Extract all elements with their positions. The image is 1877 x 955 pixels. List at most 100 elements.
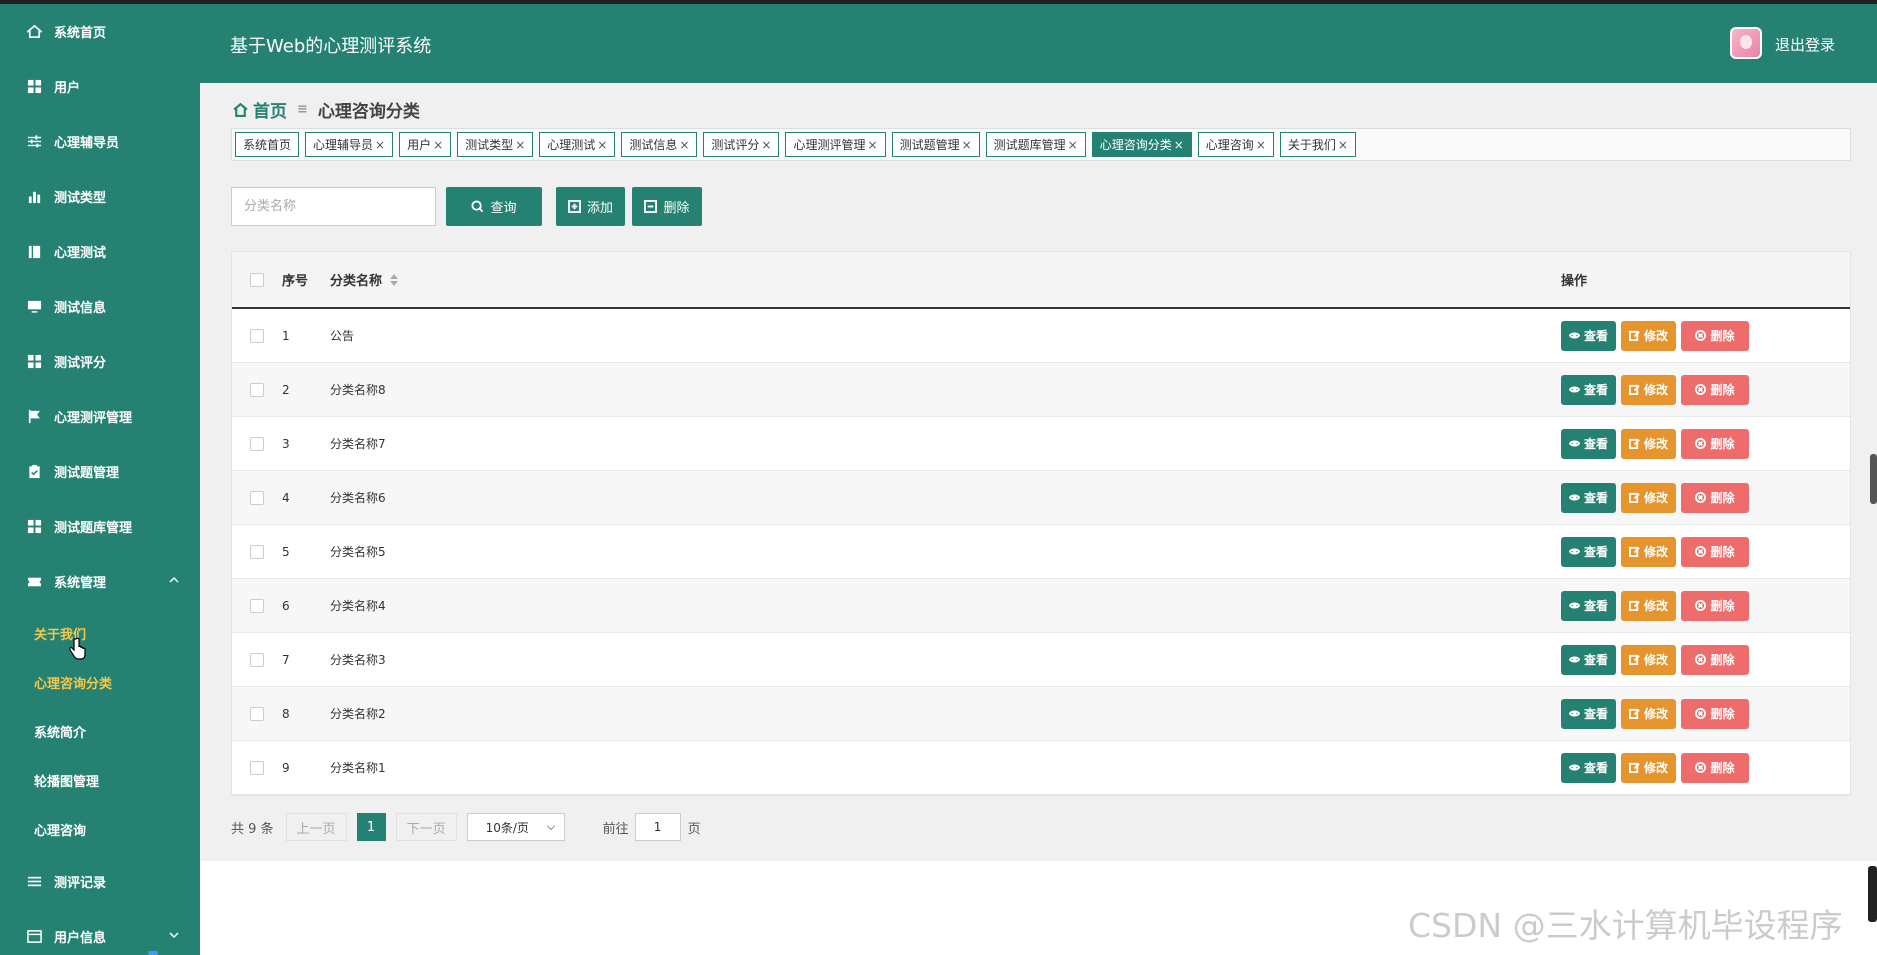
close-icon[interactable]: × bbox=[1338, 138, 1348, 152]
next-page-button[interactable]: 下一页 bbox=[395, 813, 457, 841]
sort-icon[interactable] bbox=[390, 273, 399, 286]
tab-tag-1[interactable]: 心理辅导员 × bbox=[305, 132, 394, 157]
tab-tag-5[interactable]: 测试信息 × bbox=[621, 132, 698, 157]
delete-button[interactable]: 删除 bbox=[1681, 536, 1749, 567]
delete-button[interactable]: 删除 bbox=[1681, 374, 1749, 405]
tab-tag-7[interactable]: 心理测评管理 × bbox=[785, 132, 886, 157]
sidebar-subitem-1[interactable]: 心理咨询分类 bbox=[0, 658, 200, 707]
delete-button[interactable]: 删除 bbox=[1681, 428, 1749, 459]
select-all-checkbox[interactable] bbox=[250, 272, 264, 287]
close-icon[interactable]: × bbox=[868, 138, 878, 152]
view-button[interactable]: 查看 bbox=[1561, 590, 1616, 621]
edit-button[interactable]: 修改 bbox=[1621, 752, 1676, 783]
category-name-input[interactable] bbox=[231, 187, 436, 226]
sidebar-item-5[interactable]: 测试信息 bbox=[0, 279, 200, 334]
delete-button[interactable]: 删除 bbox=[1681, 644, 1749, 675]
add-button[interactable]: 添加 bbox=[556, 187, 625, 226]
row-checkbox[interactable] bbox=[250, 652, 264, 667]
row-checkbox[interactable] bbox=[250, 544, 264, 559]
goto-page-input[interactable]: 1 bbox=[634, 813, 681, 841]
sidebar-subitem-3[interactable]: 轮播图管理 bbox=[0, 756, 200, 805]
sidebar-group-system[interactable]: 系统管理 bbox=[0, 554, 200, 609]
sidebar-item-6[interactable]: 测试评分 bbox=[0, 334, 200, 389]
sidebar-item-8[interactable]: 测试题管理 bbox=[0, 444, 200, 499]
row-checkbox[interactable] bbox=[250, 382, 264, 397]
search-button[interactable]: 查询 bbox=[446, 187, 542, 226]
row-checkbox[interactable] bbox=[250, 706, 264, 721]
tab-tag-9[interactable]: 测试题库管理 × bbox=[985, 132, 1086, 157]
close-icon[interactable]: × bbox=[679, 138, 689, 152]
delete-button[interactable]: 删除 bbox=[1681, 482, 1749, 513]
edit-button[interactable]: 修改 bbox=[1621, 320, 1676, 351]
row-checkbox[interactable] bbox=[250, 328, 264, 343]
close-icon[interactable]: × bbox=[433, 138, 443, 152]
view-button[interactable]: 查看 bbox=[1561, 752, 1616, 783]
tab-tag-11[interactable]: 心理咨询 × bbox=[1197, 132, 1274, 157]
close-icon[interactable]: × bbox=[1256, 138, 1266, 152]
prev-page-button[interactable]: 上一页 bbox=[285, 813, 347, 841]
close-icon[interactable]: × bbox=[375, 138, 385, 152]
chevron-up-icon[interactable] bbox=[168, 574, 180, 586]
view-button[interactable]: 查看 bbox=[1561, 320, 1616, 351]
sidebar-item-1[interactable]: 用户 bbox=[0, 59, 200, 114]
tab-tag-0[interactable]: 系统首页 bbox=[235, 132, 300, 157]
sidebar-item-0[interactable]: 系统首页 bbox=[0, 4, 200, 59]
tab-tag-4[interactable]: 心理测试 × bbox=[539, 132, 616, 157]
close-icon[interactable]: × bbox=[962, 138, 972, 152]
close-icon[interactable]: × bbox=[1068, 138, 1078, 152]
sidebar-item-7[interactable]: 心理测评管理 bbox=[0, 389, 200, 444]
view-button[interactable]: 查看 bbox=[1561, 644, 1616, 675]
sidebar-bottom-item-0[interactable]: 测评记录 bbox=[0, 854, 200, 909]
sidebar-item-label: 心理辅导员 bbox=[54, 136, 120, 151]
delete-button[interactable]: 删除 bbox=[1681, 752, 1749, 783]
sidebar-group-label: 系统管理 bbox=[54, 576, 107, 591]
edit-button[interactable]: 修改 bbox=[1621, 482, 1676, 513]
scrollbar-thumb[interactable] bbox=[1870, 454, 1877, 504]
view-button[interactable]: 查看 bbox=[1561, 698, 1616, 729]
tab-tag-3[interactable]: 测试类型 × bbox=[457, 132, 534, 157]
sidebar-item-9[interactable]: 测试题库管理 bbox=[0, 499, 200, 554]
chevron-down-icon[interactable] bbox=[168, 929, 180, 945]
delete-button[interactable]: 删除 bbox=[1681, 320, 1749, 351]
close-icon[interactable]: × bbox=[597, 138, 607, 152]
delete-button[interactable]: 删除 bbox=[1681, 590, 1749, 621]
row-checkbox[interactable] bbox=[250, 436, 264, 451]
row-checkbox[interactable] bbox=[250, 490, 264, 505]
page-size-select[interactable]: 10条/页 bbox=[466, 813, 565, 841]
sidebar-subitem-0[interactable]: 关于我们 bbox=[0, 609, 200, 658]
view-button[interactable]: 查看 bbox=[1561, 482, 1616, 513]
list-icon bbox=[26, 874, 42, 890]
sidebar-subitem-2[interactable]: 系统简介 bbox=[0, 707, 200, 756]
view-button[interactable]: 查看 bbox=[1561, 374, 1616, 405]
row-checkbox[interactable] bbox=[250, 598, 264, 613]
tab-tag-6[interactable]: 测试评分 × bbox=[703, 132, 780, 157]
close-icon[interactable]: × bbox=[761, 138, 771, 152]
avatar[interactable] bbox=[1730, 27, 1762, 59]
edit-button[interactable]: 修改 bbox=[1621, 644, 1676, 675]
tab-tag-2[interactable]: 用户 × bbox=[399, 132, 452, 157]
sidebar-subitem-4[interactable]: 心理咨询 bbox=[0, 805, 200, 854]
breadcrumb-home[interactable]: 首页 bbox=[232, 97, 287, 122]
batch-delete-button[interactable]: 删除 bbox=[632, 187, 702, 226]
edit-button[interactable]: 修改 bbox=[1621, 536, 1676, 567]
delete-button[interactable]: 删除 bbox=[1681, 698, 1749, 729]
edit-button[interactable]: 修改 bbox=[1621, 590, 1676, 621]
view-button[interactable]: 查看 bbox=[1561, 536, 1616, 567]
edit-button[interactable]: 修改 bbox=[1621, 698, 1676, 729]
view-button[interactable]: 查看 bbox=[1561, 428, 1616, 459]
logout-button[interactable]: 退出登录 bbox=[1775, 34, 1835, 55]
tab-tag-8[interactable]: 测试题管理 × bbox=[891, 132, 980, 157]
sidebar-item-3[interactable]: 测试类型 bbox=[0, 169, 200, 224]
edit-button[interactable]: 修改 bbox=[1621, 428, 1676, 459]
tab-tag-10[interactable]: 心理咨询分类 × bbox=[1091, 132, 1192, 157]
scrollbar-handle[interactable] bbox=[1868, 866, 1877, 922]
edit-button[interactable]: 修改 bbox=[1621, 374, 1676, 405]
close-icon[interactable]: × bbox=[515, 138, 525, 152]
sidebar-bottom-item-1[interactable]: 用户信息 bbox=[0, 909, 200, 955]
close-icon[interactable]: × bbox=[1174, 138, 1184, 152]
page-number-button[interactable]: 1 bbox=[356, 813, 386, 841]
sidebar-item-4[interactable]: 心理测试 bbox=[0, 224, 200, 279]
sidebar-item-2[interactable]: 心理辅导员 bbox=[0, 114, 200, 169]
row-checkbox[interactable] bbox=[250, 760, 264, 775]
tab-tag-12[interactable]: 关于我们 × bbox=[1279, 132, 1356, 157]
